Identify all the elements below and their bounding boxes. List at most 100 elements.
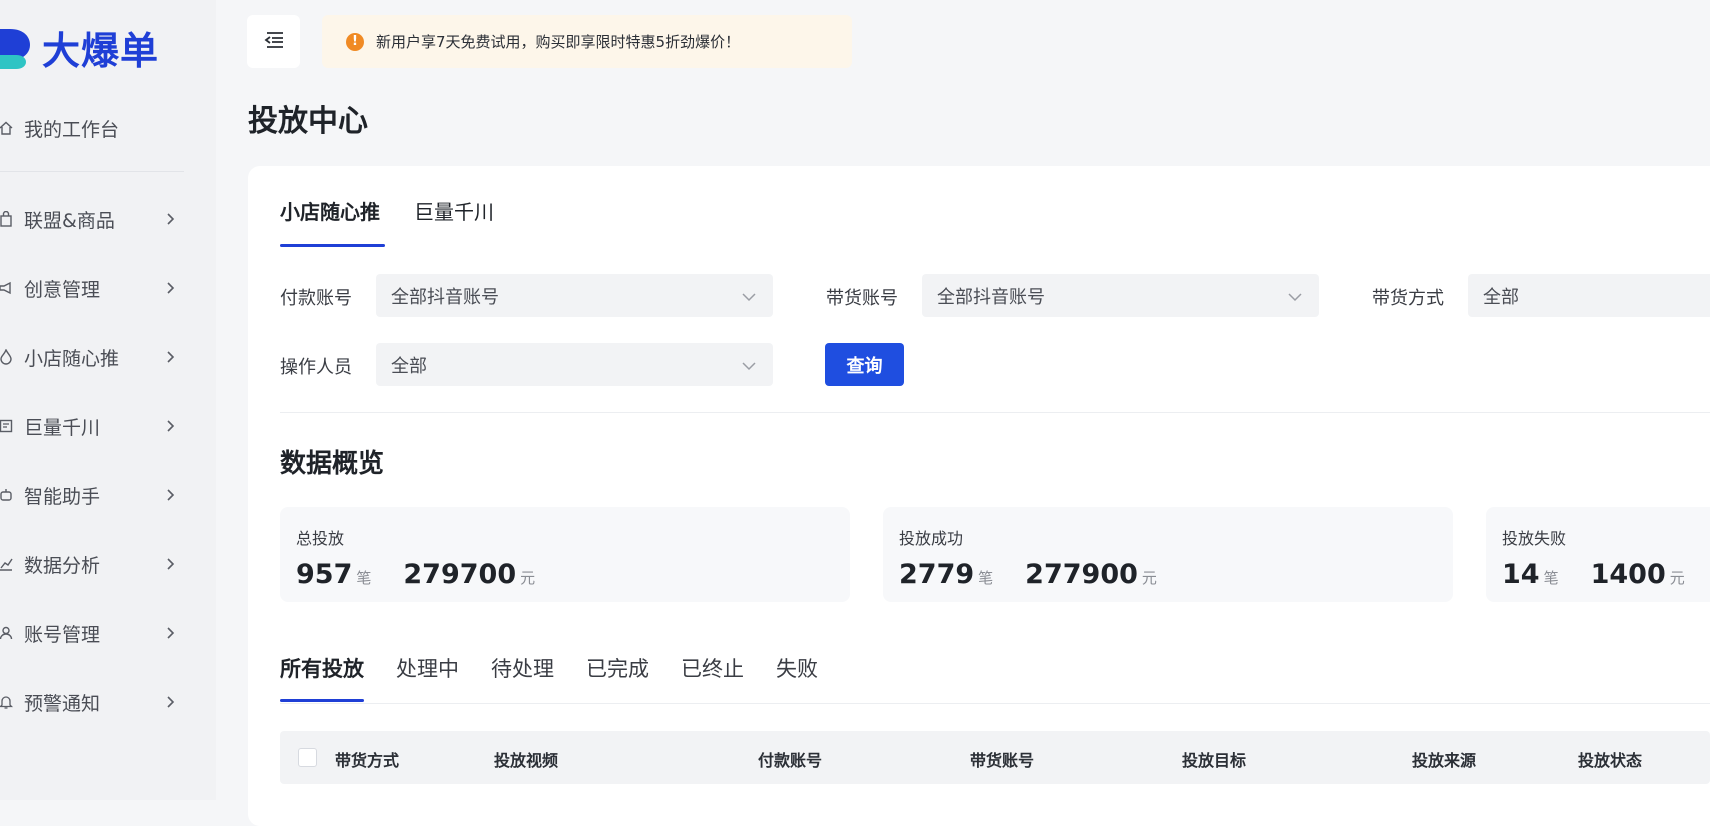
sidebar-item-label: 小店随心推 bbox=[24, 347, 120, 370]
active-status-indicator bbox=[280, 699, 364, 702]
flame-icon bbox=[0, 349, 14, 365]
stat-amount: 277900 bbox=[1025, 559, 1138, 590]
stat-title: 投放成功 bbox=[899, 529, 964, 548]
stat-title: 总投放 bbox=[296, 529, 345, 548]
brand-name: 大爆单 bbox=[42, 28, 160, 73]
sidebar-item-label: 数据分析 bbox=[24, 554, 101, 577]
promo-notice: ! 新用户享7天免费试用，购买即享限时特惠5折劲爆价！ bbox=[322, 15, 852, 68]
table-header: 带货方式 投放视频 付款账号 带货账号 投放目标 投放来源 投放状态 bbox=[280, 731, 1710, 784]
tab-shop-promote[interactable]: 小店随心推 bbox=[280, 196, 380, 225]
chevron-right-icon bbox=[160, 485, 180, 505]
query-button[interactable]: 查询 bbox=[825, 343, 904, 386]
select-all-checkbox[interactable] bbox=[298, 748, 317, 767]
stat-card-failed: 投放失败 14 笔 1400 元 bbox=[1486, 507, 1710, 602]
column-header[interactable]: 投放视频 bbox=[494, 747, 558, 771]
tab-failed[interactable]: 失败 bbox=[776, 653, 818, 683]
stat-amount-unit: 元 bbox=[520, 569, 536, 587]
stat-card-success: 投放成功 2779 笔 277900 元 bbox=[883, 507, 1453, 602]
chart-icon bbox=[0, 556, 14, 572]
stat-count-unit: 笔 bbox=[1543, 569, 1559, 587]
sidebar-divider bbox=[0, 171, 184, 172]
user-icon bbox=[0, 625, 14, 641]
logo-icon bbox=[0, 25, 30, 69]
sidebar-item-workbench[interactable]: 我的工作台 bbox=[0, 108, 216, 148]
column-header[interactable]: 投放目标 bbox=[1182, 747, 1246, 771]
stat-title: 投放失败 bbox=[1502, 529, 1567, 548]
operator-label: 操作人员 bbox=[280, 357, 352, 378]
stat-count-unit: 笔 bbox=[978, 569, 994, 587]
sell-method-label: 带货方式 bbox=[1372, 288, 1444, 309]
sell-account-select[interactable]: 全部抖音账号 bbox=[922, 274, 1319, 317]
main-card bbox=[248, 166, 1710, 826]
sidebar-item-label: 账号管理 bbox=[24, 623, 101, 646]
chevron-right-icon bbox=[160, 347, 180, 367]
sidebar-item-qianchuan[interactable]: 巨量千川 bbox=[0, 406, 216, 446]
sell-method-value: 全部 bbox=[1483, 286, 1519, 308]
sidebar: 大爆单 我的工作台 联盟&商品 创意管理 小店随心推 巨量千川 智能助手 数据分… bbox=[0, 0, 216, 800]
tab-completed[interactable]: 已完成 bbox=[586, 653, 649, 683]
sidebar-item-creative[interactable]: 创意管理 bbox=[0, 268, 216, 308]
brand-logo[interactable]: 大爆单 bbox=[0, 22, 160, 73]
stat-count: 957 bbox=[296, 559, 353, 590]
stat-count: 2779 bbox=[899, 559, 975, 590]
sidebar-item-label: 我的工作台 bbox=[24, 118, 120, 141]
sidebar-item-label: 巨量千川 bbox=[24, 416, 101, 439]
sidebar-toggle-button[interactable] bbox=[247, 15, 300, 68]
sell-account-value: 全部抖音账号 bbox=[937, 286, 1045, 308]
collapse-menu-icon bbox=[263, 31, 285, 53]
chevron-down-icon bbox=[1287, 288, 1303, 302]
stat-amount-unit: 元 bbox=[1669, 569, 1685, 587]
divider bbox=[280, 412, 1710, 413]
column-header[interactable]: 带货方式 bbox=[335, 747, 399, 771]
board-icon bbox=[0, 418, 14, 434]
tab-pending[interactable]: 待处理 bbox=[491, 653, 554, 683]
sidebar-item-shop-promote[interactable]: 小店随心推 bbox=[0, 337, 216, 377]
sidebar-item-label: 创意管理 bbox=[24, 278, 101, 301]
sidebar-item-analytics[interactable]: 数据分析 bbox=[0, 544, 216, 584]
divider bbox=[280, 703, 1710, 704]
chevron-right-icon bbox=[160, 209, 180, 229]
home-icon bbox=[0, 120, 14, 136]
chevron-right-icon bbox=[160, 416, 180, 436]
platform-tabs: 小店随心推 巨量千川 bbox=[280, 196, 528, 225]
sidebar-item-label: 联盟&商品 bbox=[24, 209, 115, 232]
column-header[interactable]: 付款账号 bbox=[758, 747, 822, 771]
operator-select[interactable]: 全部 bbox=[376, 343, 773, 386]
chevron-right-icon bbox=[160, 554, 180, 574]
sidebar-item-alerts[interactable]: 预警通知 bbox=[0, 682, 216, 722]
sell-account-label: 带货账号 bbox=[826, 288, 898, 309]
stat-amount: 1400 bbox=[1590, 559, 1666, 590]
stat-card-total: 总投放 957 笔 279700 元 bbox=[280, 507, 850, 602]
tab-processing[interactable]: 处理中 bbox=[396, 653, 459, 683]
sidebar-item-label: 智能助手 bbox=[24, 485, 101, 508]
sell-method-select[interactable]: 全部 bbox=[1468, 274, 1710, 317]
bag-icon bbox=[0, 211, 14, 227]
chevron-down-icon bbox=[741, 288, 757, 302]
pay-account-label: 付款账号 bbox=[280, 288, 352, 309]
stat-count-unit: 笔 bbox=[356, 569, 372, 587]
operator-value: 全部 bbox=[391, 355, 427, 377]
stat-amount: 279700 bbox=[403, 559, 517, 590]
page-title: 投放中心 bbox=[248, 104, 368, 139]
sidebar-item-assistant[interactable]: 智能助手 bbox=[0, 475, 216, 515]
chevron-down-icon bbox=[741, 357, 757, 371]
megaphone-icon bbox=[0, 280, 14, 296]
column-header[interactable]: 带货账号 bbox=[970, 747, 1034, 771]
sidebar-item-accounts[interactable]: 账号管理 bbox=[0, 613, 216, 653]
sidebar-item-alliance[interactable]: 联盟&商品 bbox=[0, 199, 216, 239]
status-tabs: 所有投放 处理中 待处理 已完成 已终止 失败 bbox=[280, 653, 850, 683]
column-header[interactable]: 投放来源 bbox=[1412, 747, 1476, 771]
chevron-right-icon bbox=[160, 692, 180, 712]
tab-terminated[interactable]: 已终止 bbox=[681, 653, 744, 683]
notice-text: 新用户享7天免费试用，购买即享限时特惠5折劲爆价！ bbox=[376, 33, 741, 51]
overview-title: 数据概览 bbox=[280, 449, 385, 479]
alert-icon: ! bbox=[346, 32, 364, 51]
pay-account-select[interactable]: 全部抖音账号 bbox=[376, 274, 773, 317]
stat-count: 14 bbox=[1502, 559, 1540, 590]
column-header[interactable]: 投放状态 bbox=[1578, 747, 1642, 771]
tab-all[interactable]: 所有投放 bbox=[280, 653, 364, 683]
sidebar-item-label: 预警通知 bbox=[24, 692, 101, 715]
stat-amount-unit: 元 bbox=[1141, 569, 1157, 587]
tab-qianchuan[interactable]: 巨量千川 bbox=[414, 196, 494, 225]
chevron-right-icon bbox=[160, 623, 180, 643]
